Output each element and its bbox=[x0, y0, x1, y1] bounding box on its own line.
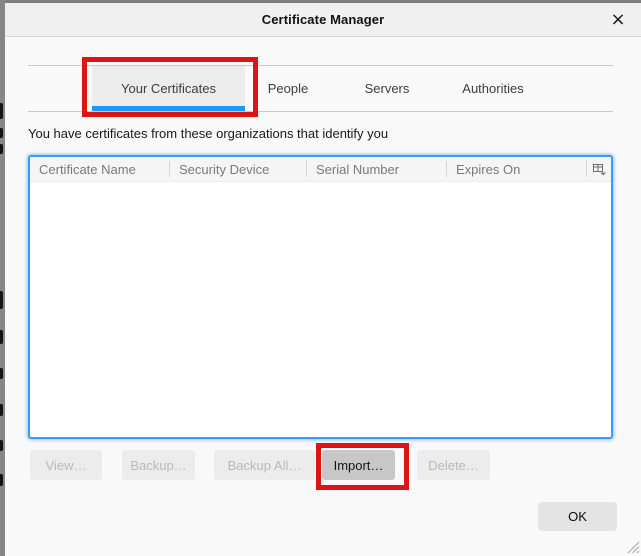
column-header-security-device[interactable]: Security Device bbox=[170, 157, 307, 181]
selected-tab-underline bbox=[92, 106, 245, 111]
tab-label: People bbox=[268, 81, 308, 96]
close-button[interactable]: × bbox=[607, 9, 629, 31]
certificate-manager-dialog: Certificate Manager × Your Certificates … bbox=[0, 0, 641, 556]
certificate-list[interactable] bbox=[30, 182, 611, 437]
close-icon: × bbox=[610, 9, 625, 30]
column-header-label: Expires On bbox=[456, 162, 520, 177]
column-header-certificate-name[interactable]: Certificate Name bbox=[30, 157, 170, 181]
tab-label: Authorities bbox=[462, 81, 523, 96]
background-text-fragment bbox=[0, 404, 3, 416]
column-header-expires-on[interactable]: Expires On bbox=[447, 157, 587, 181]
column-header-label: Security Device bbox=[179, 162, 269, 177]
column-header-serial-number[interactable]: Serial Number bbox=[307, 157, 447, 181]
column-header-label: Certificate Name bbox=[39, 162, 136, 177]
tab-label: Servers bbox=[365, 81, 410, 96]
table-header-row: Certificate Name Security Device Serial … bbox=[30, 157, 611, 182]
tab-label: Your Certificates bbox=[121, 81, 216, 96]
background-text-fragment bbox=[0, 474, 3, 486]
column-header-label: Serial Number bbox=[316, 162, 399, 177]
resize-grip[interactable] bbox=[625, 539, 640, 554]
background-text-fragment bbox=[0, 128, 3, 138]
background-text-fragment bbox=[0, 291, 3, 309]
tab-servers[interactable]: Servers bbox=[351, 66, 423, 111]
import-button[interactable]: Import… bbox=[322, 450, 395, 480]
tab-authorities[interactable]: Authorities bbox=[457, 66, 529, 111]
background-text-fragment bbox=[0, 330, 3, 344]
delete-button[interactable]: Delete… bbox=[417, 450, 490, 480]
view-button[interactable]: View… bbox=[30, 450, 102, 480]
background-text-fragment bbox=[0, 368, 3, 379]
tab-your-certificates[interactable]: Your Certificates bbox=[92, 66, 245, 111]
backup-all-button[interactable]: Backup All… bbox=[214, 450, 315, 480]
certificate-table: Certificate Name Security Device Serial … bbox=[28, 155, 613, 439]
column-picker-button[interactable] bbox=[587, 157, 611, 181]
title-bar: Certificate Manager × bbox=[5, 3, 641, 37]
tabstrip-bottom-divider bbox=[28, 111, 613, 112]
tab-people[interactable]: People bbox=[252, 66, 324, 111]
background-text-fragment bbox=[0, 144, 3, 154]
description-text: You have certificates from these organiz… bbox=[28, 126, 388, 141]
ok-button[interactable]: OK bbox=[538, 502, 617, 531]
background-window-edge-left bbox=[0, 0, 5, 556]
background-text-fragment bbox=[0, 103, 3, 119]
column-picker-icon bbox=[592, 163, 607, 176]
dialog-title: Certificate Manager bbox=[262, 12, 385, 27]
backup-button[interactable]: Backup… bbox=[122, 450, 195, 480]
background-text-fragment bbox=[0, 440, 3, 451]
